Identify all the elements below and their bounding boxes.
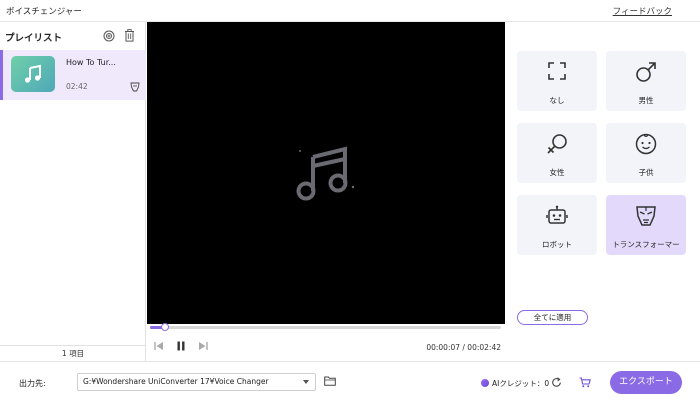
transformer-mask-icon xyxy=(130,82,140,92)
voice-card-robot[interactable]: ロボット xyxy=(517,195,597,255)
output-label: 出力先: xyxy=(19,379,46,388)
export-button[interactable]: エクスポート xyxy=(610,371,682,394)
playlist-item[interactable]: How To Tur... 02:42 xyxy=(0,50,146,100)
voice-presets-panel: なし 男性 女性 子供 ロボット トランスフォーマー 全てに適用 xyxy=(505,22,700,361)
item-count: 1 項目 xyxy=(0,345,146,361)
voice-card-male[interactable]: 男性 xyxy=(606,51,686,111)
cart-icon[interactable] xyxy=(579,377,591,388)
fullscreen-icon xyxy=(548,62,566,80)
playlist-title: プレイリスト xyxy=(5,33,63,44)
audio-thumbnail xyxy=(11,56,55,92)
voice-card-label: なし xyxy=(549,96,565,105)
music-note-icon xyxy=(24,64,41,83)
voice-card-label: 子供 xyxy=(638,168,654,177)
app-title: ボイスチェンジャー xyxy=(6,7,82,17)
voice-card-label: トランスフォーマー xyxy=(612,240,680,249)
voice-card-label: ロボット xyxy=(542,240,572,249)
progress-handle[interactable] xyxy=(161,323,170,331)
previous-icon[interactable] xyxy=(153,340,165,352)
add-file-icon[interactable] xyxy=(103,30,115,42)
playlist-item-duration: 02:42 xyxy=(66,82,88,91)
folder-icon[interactable] xyxy=(324,376,336,386)
ai-credit: AIクレジット：0 xyxy=(481,378,549,389)
voice-card-female[interactable]: 女性 xyxy=(517,123,597,183)
female-icon xyxy=(547,134,567,154)
child-face-icon xyxy=(635,133,657,155)
pause-icon[interactable] xyxy=(175,340,187,352)
transformer-mask-icon xyxy=(636,206,656,226)
playlist-header: プレイリスト xyxy=(0,22,145,50)
music-note-icon xyxy=(296,146,355,201)
preview-player[interactable] xyxy=(147,22,505,324)
voice-card-child[interactable]: 子供 xyxy=(606,123,686,183)
output-path-select[interactable]: G:¥Wondershare UniConverter 17¥Voice Cha… xyxy=(77,373,316,391)
trash-icon[interactable] xyxy=(124,29,135,42)
chevron-down-icon xyxy=(303,380,309,384)
ai-credit-icon xyxy=(481,379,489,387)
time-display: 00:00:07 / 00:02:42 xyxy=(426,343,501,352)
robot-icon xyxy=(546,205,568,224)
footer-bar: 出力先: G:¥Wondershare UniConverter 17¥Voic… xyxy=(0,361,700,404)
voice-card-label: 女性 xyxy=(549,168,565,177)
progress-bar[interactable] xyxy=(150,323,501,331)
voice-card-none[interactable]: なし xyxy=(517,51,597,111)
apply-all-button[interactable]: 全てに適用 xyxy=(517,310,588,325)
voice-card-transformer[interactable]: トランスフォーマー xyxy=(606,195,686,255)
feedback-link[interactable]: フィードバック xyxy=(613,5,672,17)
output-path-value: G:¥Wondershare UniConverter 17¥Voice Cha… xyxy=(83,377,269,386)
player-controls: 00:00:07 / 00:02:42 xyxy=(147,323,505,361)
refresh-icon[interactable] xyxy=(551,377,562,388)
title-bar: ボイスチェンジャー フィードバック xyxy=(0,0,700,22)
voice-card-label: 男性 xyxy=(638,96,654,105)
male-icon xyxy=(636,62,656,82)
next-icon[interactable] xyxy=(197,340,209,352)
ai-credit-label: AIクレジット：0 xyxy=(492,379,550,388)
playlist-item-name: How To Tur... xyxy=(66,58,116,67)
playlist-panel: プレイリスト How To Tur... 02:42 1 項目 xyxy=(0,22,146,361)
